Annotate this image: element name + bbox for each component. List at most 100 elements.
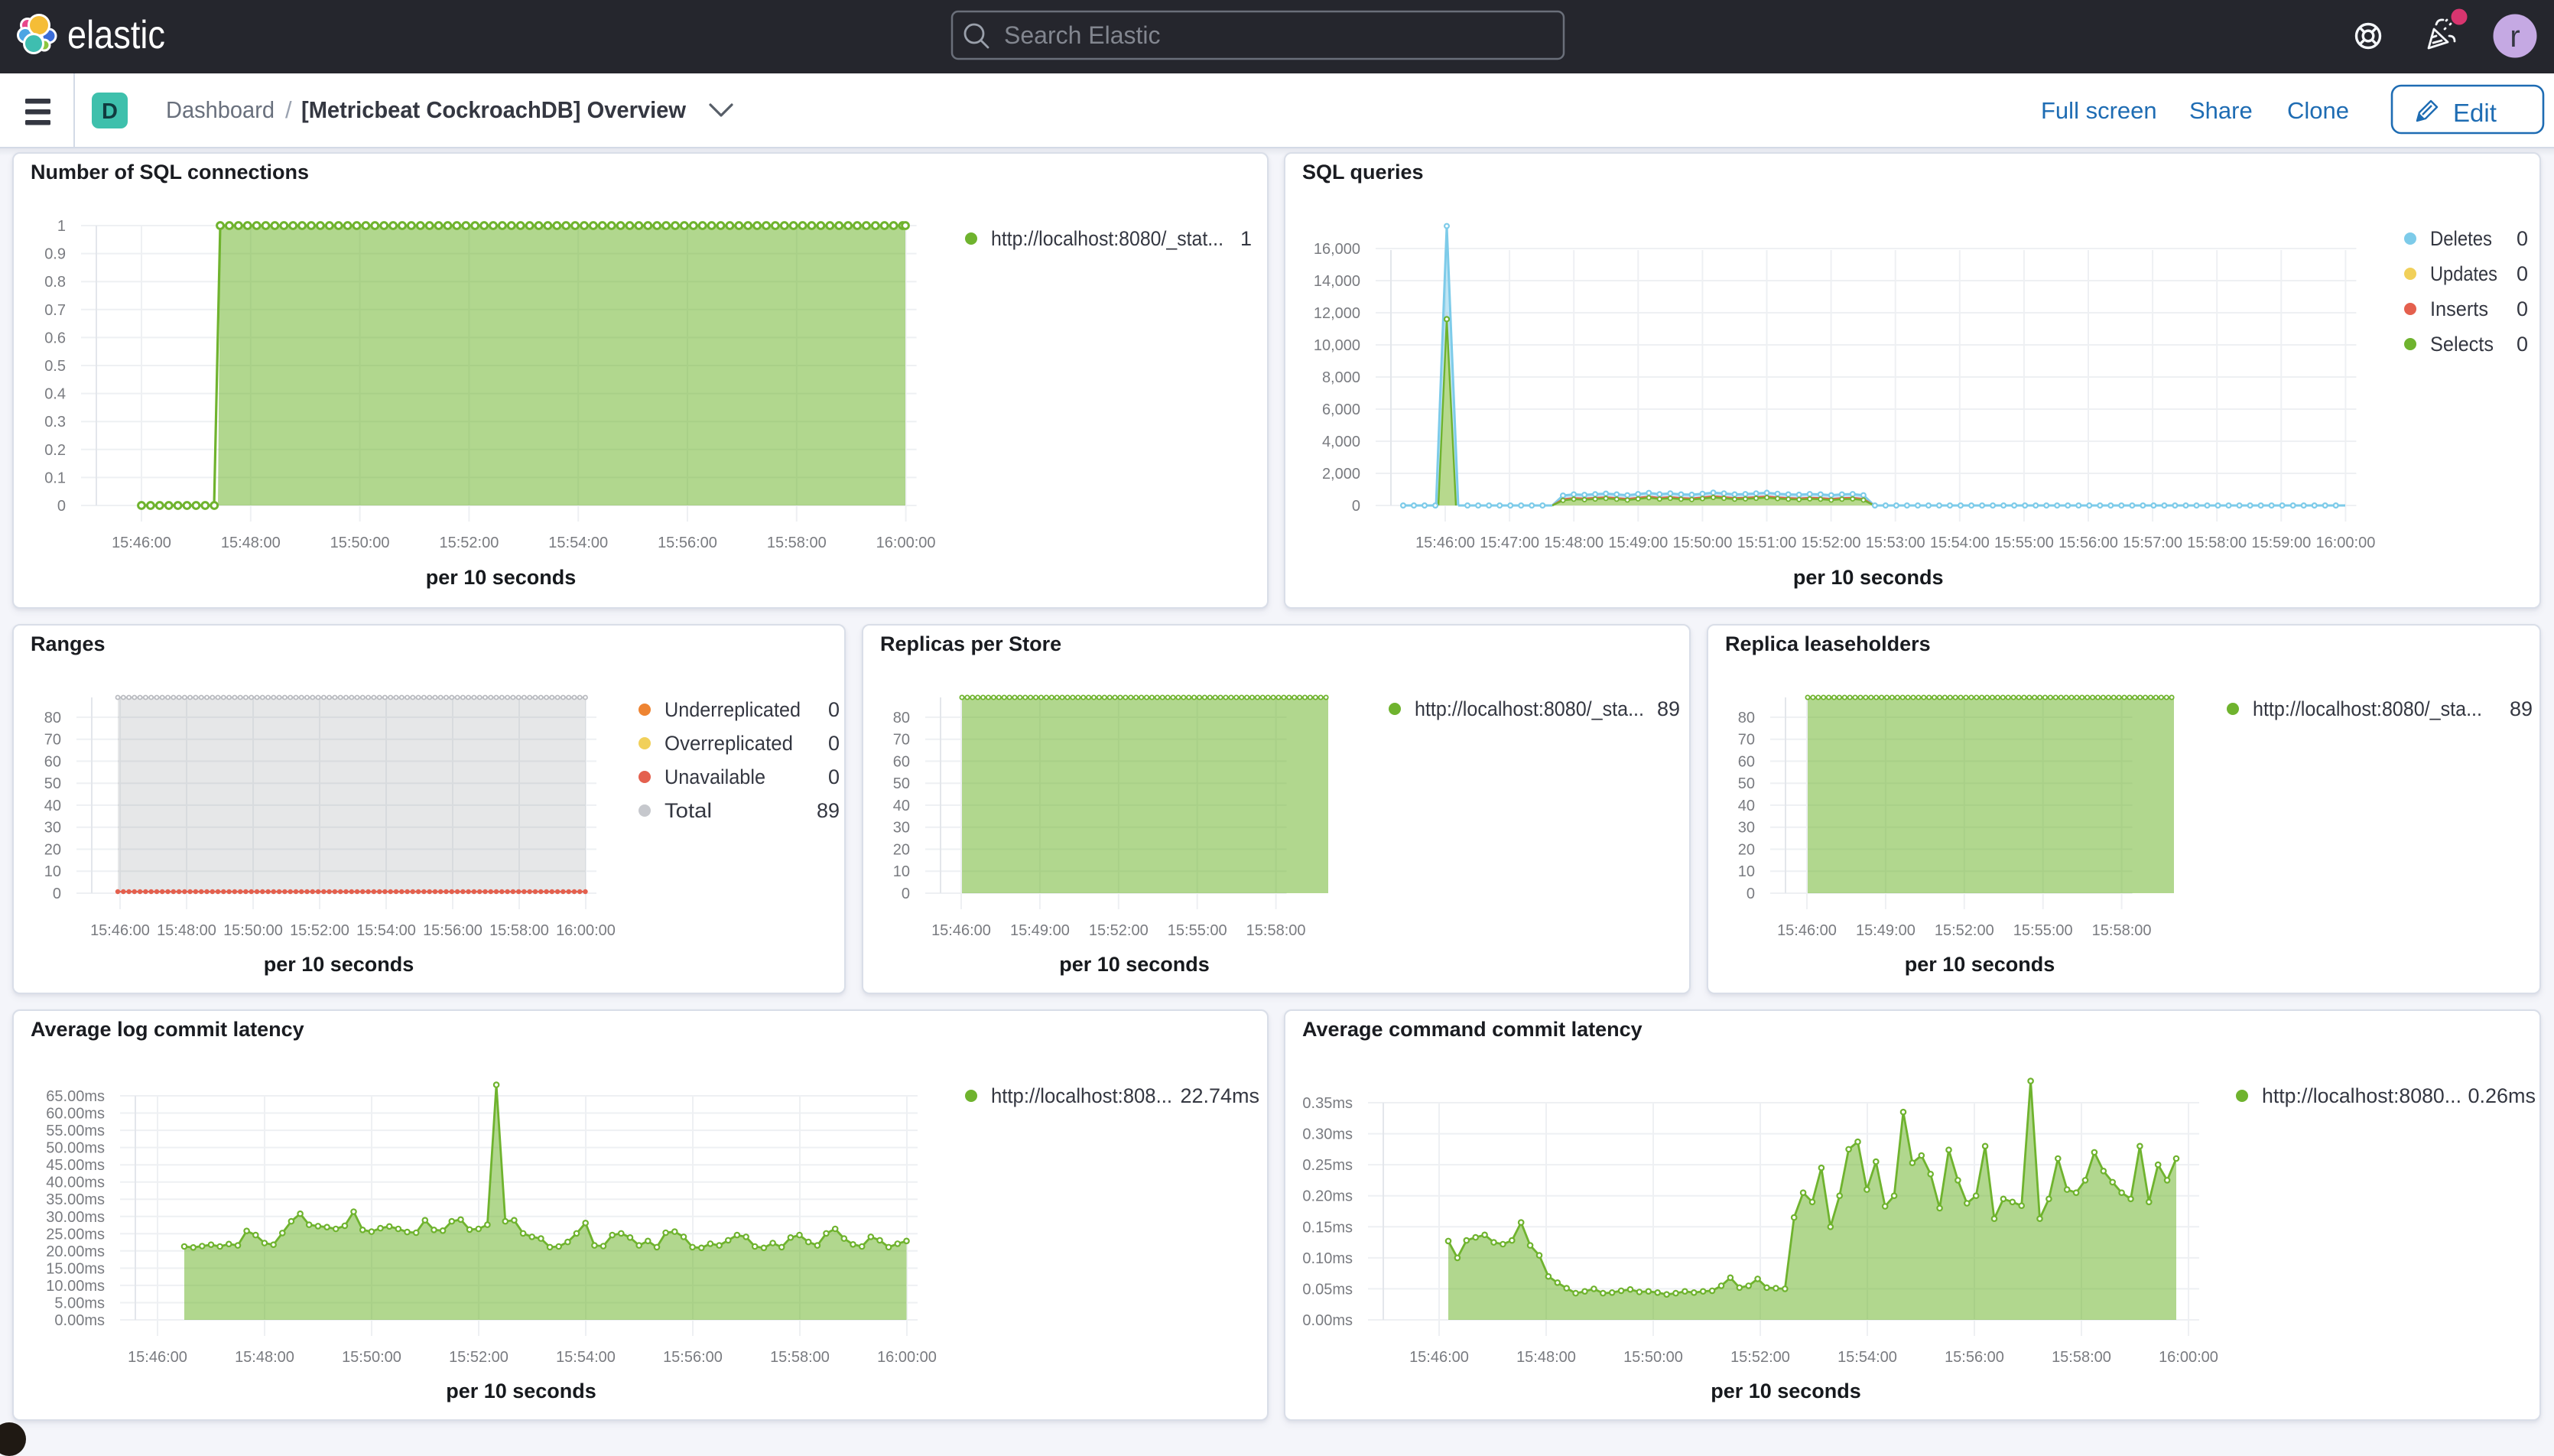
svg-text:15:52:00: 15:52:00: [1730, 1349, 1790, 1366]
svg-text:0.00ms: 0.00ms: [1302, 1312, 1353, 1329]
svg-text:15:50:00: 15:50:00: [330, 535, 390, 551]
svg-text:60.00ms: 60.00ms: [46, 1106, 105, 1123]
svg-text:0.4: 0.4: [44, 386, 66, 403]
svg-text:15:58:00: 15:58:00: [767, 535, 827, 551]
svg-text:80: 80: [893, 710, 910, 726]
svg-text:Dashboard: Dashboard: [166, 96, 275, 123]
svg-text:15:58:00: 15:58:00: [770, 1349, 830, 1366]
svg-text:15:48:00: 15:48:00: [157, 922, 216, 939]
svg-text:16,000: 16,000: [1314, 241, 1360, 258]
svg-text:65.00ms: 65.00ms: [46, 1088, 105, 1105]
svg-text:0.6: 0.6: [44, 330, 66, 346]
svg-text:40: 40: [44, 798, 61, 814]
svg-text:0.05ms: 0.05ms: [1302, 1281, 1353, 1298]
svg-text:89: 89: [1657, 697, 1680, 720]
svg-text:15:46:00: 15:46:00: [1777, 922, 1837, 939]
svg-text:35.00ms: 35.00ms: [46, 1191, 105, 1208]
svg-text:per 10 seconds: per 10 seconds: [264, 953, 414, 976]
svg-text:15:58:00: 15:58:00: [2187, 535, 2247, 551]
svg-text:15:58:00: 15:58:00: [2052, 1349, 2111, 1366]
svg-text:per 10 seconds: per 10 seconds: [1793, 566, 1944, 589]
svg-text:15:48:00: 15:48:00: [1516, 1349, 1576, 1366]
svg-text:0.35ms: 0.35ms: [1302, 1095, 1353, 1112]
svg-text:15:52:00: 15:52:00: [449, 1349, 509, 1366]
svg-text:15:46:00: 15:46:00: [128, 1349, 187, 1366]
svg-text:16:00:00: 16:00:00: [2315, 535, 2375, 551]
svg-text:[Metricbeat CockroachDB] Overv: [Metricbeat CockroachDB] Overview: [301, 96, 687, 123]
svg-text:15:56:00: 15:56:00: [663, 1349, 723, 1366]
svg-text:50.00ms: 50.00ms: [46, 1140, 105, 1157]
svg-text:15:48:00: 15:48:00: [235, 1349, 294, 1366]
svg-text:30: 30: [44, 820, 61, 837]
svg-text:30: 30: [1738, 820, 1755, 837]
svg-text:0.00ms: 0.00ms: [54, 1312, 105, 1329]
svg-text:15:46:00: 15:46:00: [1415, 535, 1475, 551]
svg-text:16:00:00: 16:00:00: [877, 1349, 937, 1366]
svg-text:2,000: 2,000: [1322, 466, 1360, 483]
svg-text:6,000: 6,000: [1322, 401, 1360, 418]
svg-text:50: 50: [893, 775, 910, 792]
svg-text:50: 50: [44, 775, 61, 792]
svg-text:15:50:00: 15:50:00: [1623, 1349, 1683, 1366]
svg-text:40: 40: [1738, 798, 1755, 814]
svg-text:1: 1: [57, 218, 66, 235]
svg-text:10.00ms: 10.00ms: [46, 1278, 105, 1295]
svg-text:20: 20: [1738, 842, 1755, 859]
svg-text:Inserts: Inserts: [2430, 297, 2488, 320]
svg-text:15:56:00: 15:56:00: [2058, 535, 2118, 551]
svg-text:80: 80: [1738, 710, 1755, 726]
svg-text:0: 0: [828, 698, 840, 721]
svg-text:16:00:00: 16:00:00: [556, 922, 616, 939]
svg-text:30.00ms: 30.00ms: [46, 1209, 105, 1226]
svg-text:per 10 seconds: per 10 seconds: [426, 566, 577, 589]
svg-text:Clone: Clone: [2287, 97, 2349, 124]
svg-text:0: 0: [2517, 227, 2528, 250]
svg-text:40.00ms: 40.00ms: [46, 1175, 105, 1191]
svg-text:15:52:00: 15:52:00: [1089, 922, 1149, 939]
svg-text:12,000: 12,000: [1314, 305, 1360, 322]
svg-text:40: 40: [893, 798, 910, 814]
svg-text:0.26ms: 0.26ms: [2468, 1084, 2536, 1107]
svg-text:70: 70: [893, 732, 910, 749]
svg-text:15:52:00: 15:52:00: [290, 922, 349, 939]
svg-text:0: 0: [1747, 886, 1755, 902]
svg-text:0.7: 0.7: [44, 302, 66, 319]
svg-text:Overreplicated: Overreplicated: [664, 732, 793, 755]
svg-text:r: r: [2510, 20, 2520, 54]
svg-text:89: 89: [817, 799, 840, 822]
svg-text:0.15ms: 0.15ms: [1302, 1219, 1353, 1236]
svg-text:60: 60: [893, 753, 910, 770]
svg-text:1: 1: [1240, 227, 1252, 250]
svg-text:Share: Share: [2189, 97, 2253, 124]
svg-text:0.10ms: 0.10ms: [1302, 1250, 1353, 1267]
svg-text:15:54:00: 15:54:00: [1930, 535, 1990, 551]
svg-text:0: 0: [2517, 262, 2528, 285]
svg-text:15.00ms: 15.00ms: [46, 1260, 105, 1277]
svg-text:55.00ms: 55.00ms: [46, 1123, 105, 1139]
svg-text:0: 0: [2517, 333, 2528, 356]
svg-text:45.00ms: 45.00ms: [46, 1157, 105, 1174]
svg-text:16:00:00: 16:00:00: [876, 535, 936, 551]
svg-text:15:48:00: 15:48:00: [221, 535, 281, 551]
svg-text:Total: Total: [664, 799, 712, 822]
svg-text:15:54:00: 15:54:00: [1838, 1349, 1897, 1366]
svg-text:0.2: 0.2: [44, 442, 66, 459]
svg-text:50: 50: [1738, 775, 1755, 792]
svg-text:Full screen: Full screen: [2041, 97, 2157, 124]
svg-text:0.1: 0.1: [44, 470, 66, 486]
svg-text:0: 0: [1352, 498, 1360, 515]
svg-text:80: 80: [44, 710, 61, 726]
svg-text:http://localhost:808...: http://localhost:808...: [991, 1084, 1172, 1107]
svg-text:10: 10: [893, 863, 910, 880]
svg-text:0: 0: [828, 732, 840, 755]
svg-text:60: 60: [1738, 753, 1755, 770]
svg-text:http://localhost:8080/_sta...: http://localhost:8080/_sta...: [1415, 697, 1644, 720]
svg-text:15:46:00: 15:46:00: [112, 535, 171, 551]
svg-text:15:52:00: 15:52:00: [1935, 922, 1994, 939]
svg-text:22.74ms: 22.74ms: [1180, 1084, 1259, 1107]
svg-text:15:54:00: 15:54:00: [548, 535, 608, 551]
svg-text:/: /: [285, 96, 292, 123]
svg-text:Search Elastic: Search Elastic: [1004, 21, 1161, 49]
svg-text:16:00:00: 16:00:00: [2159, 1349, 2218, 1366]
svg-text:0.5: 0.5: [44, 358, 66, 375]
